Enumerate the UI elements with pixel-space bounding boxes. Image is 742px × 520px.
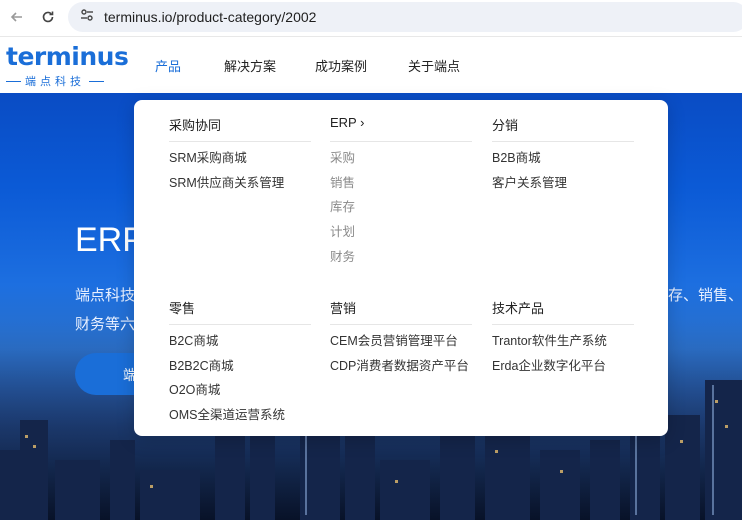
menu-item[interactable]: 销售 — [330, 176, 472, 201]
menu-item[interactable]: 财务 — [330, 250, 472, 275]
menu-item[interactable]: B2C商城 — [169, 334, 311, 359]
menu-column-heading[interactable]: ERP › — [330, 115, 472, 142]
menu-item[interactable]: 客户关系管理 — [492, 176, 634, 201]
menu-item[interactable]: B2B商城 — [492, 151, 634, 176]
menu-column-heading[interactable]: 分销 — [492, 115, 634, 142]
site-info-icon[interactable] — [80, 8, 94, 27]
hero-description-right: 存、销售、 — [668, 287, 742, 304]
menu-column-heading[interactable]: 技术产品 — [492, 298, 634, 325]
back-arrow-icon[interactable] — [6, 6, 28, 28]
menu-item[interactable]: 库存 — [330, 200, 472, 225]
menu-item[interactable]: Trantor软件生产系统 — [492, 334, 634, 359]
logo-tagline: 端点科技 — [6, 73, 114, 89]
menu-item[interactable]: 计划 — [330, 225, 472, 250]
menu-column-tech-products: 技术产品 Trantor软件生产系统 Erda企业数字化平台 — [492, 298, 634, 383]
menu-item[interactable]: CDP消费者数据资产平台 — [330, 359, 472, 384]
menu-column-procurement: 采购协同 SRM采购商城 SRM供应商关系管理 — [169, 115, 311, 200]
menu-item[interactable]: B2B2C商城 — [169, 359, 311, 384]
menu-column-heading[interactable]: 零售 — [169, 298, 311, 325]
hero-description-line1: 端点科技 — [75, 287, 136, 304]
nav-item-cases[interactable]: 成功案例 — [315, 56, 367, 75]
logo[interactable]: terminus 端点科技 — [6, 42, 129, 89]
menu-item[interactable]: SRM供应商关系管理 — [169, 176, 311, 201]
menu-item[interactable]: O2O商城 — [169, 383, 311, 408]
menu-column-erp: ERP › 采购 销售 库存 计划 财务 — [330, 115, 472, 274]
menu-item[interactable]: Erda企业数字化平台 — [492, 359, 634, 384]
menu-item[interactable]: CEM会员营销管理平台 — [330, 334, 472, 359]
menu-item[interactable]: OMS全渠道运营系统 — [169, 408, 311, 433]
main-nav: 产品 解决方案 成功案例 关于端点 — [155, 37, 460, 94]
menu-column-marketing: 营销 CEM会员营销管理平台 CDP消费者数据资产平台 — [330, 298, 472, 383]
hero-description-line2: 财务等六 — [75, 316, 136, 333]
logo-wordmark: terminus — [6, 42, 129, 71]
browser-toolbar: terminus.io/product-category/2002 — [0, 0, 742, 36]
nav-item-solutions[interactable]: 解决方案 — [224, 56, 276, 75]
nav-item-about[interactable]: 关于端点 — [408, 56, 460, 75]
nav-item-products[interactable]: 产品 — [155, 56, 181, 75]
site-header: terminus 端点科技 产品 解决方案 成功案例 关于端点 — [0, 36, 742, 93]
menu-column-heading[interactable]: 营销 — [330, 298, 472, 325]
menu-item[interactable]: SRM采购商城 — [169, 151, 311, 176]
products-dropdown-menu: 采购协同 SRM采购商城 SRM供应商关系管理 ERP › 采购 销售 库存 计… — [134, 100, 668, 436]
menu-column-heading[interactable]: 采购协同 — [169, 115, 311, 142]
menu-column-distribution: 分销 B2B商城 客户关系管理 — [492, 115, 634, 200]
reload-icon[interactable] — [37, 6, 59, 28]
url-text: terminus.io/product-category/2002 — [104, 9, 317, 25]
menu-item[interactable]: 采购 — [330, 151, 472, 176]
menu-column-retail: 零售 B2C商城 B2B2C商城 O2O商城 OMS全渠道运营系统 — [169, 298, 311, 433]
address-bar[interactable]: terminus.io/product-category/2002 — [68, 2, 742, 32]
